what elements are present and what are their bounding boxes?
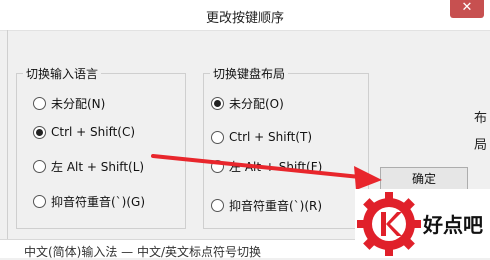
radio-button[interactable]: [33, 159, 46, 173]
keyboard-layout-legend: 切换键盘布局: [210, 65, 289, 82]
radio-layout-left-alt-shift[interactable]: 左 Alt + Shift(F): [211, 157, 322, 175]
radio-layout-unassigned[interactable]: 未分配(O): [211, 94, 284, 112]
radio-label: 未分配(O): [229, 96, 284, 111]
ok-button[interactable]: 确定: [380, 167, 468, 191]
radio-layout-ctrl-shift[interactable]: Ctrl + Shift(T): [211, 128, 312, 146]
close-icon: ✕: [461, 0, 473, 15]
background-text-fragment: 局: [474, 138, 488, 153]
radio-button[interactable]: [211, 130, 224, 144]
radio-layout-grave-accent[interactable]: 抑音符重音(`)(R): [211, 196, 322, 214]
keyboard-layout-group: 切换键盘布局 未分配(O) Ctrl + Shift(T) 左 Alt + Sh…: [203, 65, 369, 229]
radio-input-ctrl-shift[interactable]: Ctrl + Shift(C): [33, 123, 135, 141]
radio-input-left-alt-shift[interactable]: 左 Alt + Shift(L): [33, 157, 144, 175]
watermark-logo: 好点吧: [355, 189, 490, 258]
radio-button-selected[interactable]: [211, 96, 224, 110]
watermark-text: 好点吧: [423, 213, 483, 237]
radio-label: 左 Alt + Shift(F): [229, 159, 323, 174]
radio-input-grave-accent[interactable]: 抑音符重音(`)(G): [33, 192, 145, 210]
watermark-gear-icon: [357, 192, 421, 256]
radio-label: Ctrl + Shift(T): [229, 130, 313, 144]
input-language-group: 切换输入语言 未分配(N) Ctrl + Shift(C) 左 Alt + Sh…: [16, 65, 186, 229]
radio-button-selected[interactable]: [33, 125, 46, 139]
radio-label: 左 Alt + Shift(L): [51, 159, 145, 174]
radio-button[interactable]: [211, 198, 224, 212]
radio-button[interactable]: [211, 159, 224, 173]
input-language-legend: 切换输入语言: [23, 65, 102, 82]
background-text-fragment: 布: [474, 111, 488, 126]
radio-label: Ctrl + Shift(C): [51, 125, 136, 139]
window-title: 更改按键顺序: [205, 11, 284, 26]
radio-button[interactable]: [33, 194, 46, 208]
radio-input-unassigned[interactable]: 未分配(N): [33, 94, 105, 112]
close-button[interactable]: ✕: [450, 0, 484, 18]
title-bar: 更改按键顺序 ✕: [0, 0, 490, 31]
radio-button[interactable]: [33, 96, 46, 110]
radio-label: 未分配(N): [51, 96, 106, 111]
radio-label: 抑音符重音(`)(R): [229, 198, 323, 213]
window-frame-edge: [7, 30, 8, 258]
background-text: 中文(简体)输入法 — 中文/英文标点符号切换: [24, 245, 262, 259]
radio-label: 抑音符重音(`)(G): [51, 194, 146, 209]
